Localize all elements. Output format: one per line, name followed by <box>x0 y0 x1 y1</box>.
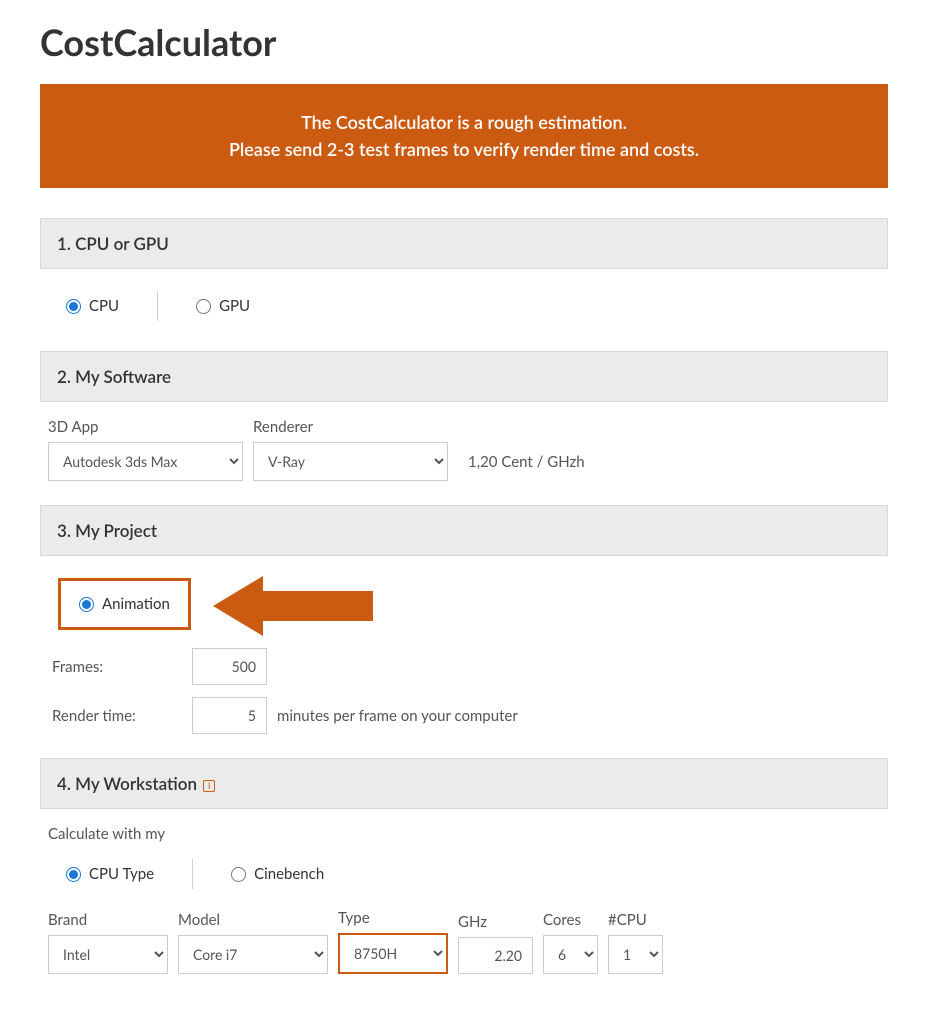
rendertime-label: Render time: <box>52 707 182 725</box>
cinebench-label[interactable]: Cinebench <box>254 865 324 883</box>
type-label: Type <box>338 909 448 927</box>
banner-line2: Please send 2-3 test frames to verify re… <box>60 136 868 163</box>
price-text: 1,20 Cent / GHzh <box>468 453 585 481</box>
animation-radio[interactable] <box>79 597 94 612</box>
calc-label: Calculate with my <box>48 825 880 843</box>
page-title: CostCalculator <box>40 20 888 64</box>
ghz-label: GHz <box>458 913 533 931</box>
brand-label: Brand <box>48 911 168 929</box>
cpu-type-label[interactable]: CPU Type <box>89 865 154 883</box>
divider <box>192 859 193 889</box>
info-banner: The CostCalculator is a rough estimation… <box>40 84 888 188</box>
cpu-count-label: #CPU <box>608 911 663 929</box>
cpu-count-select[interactable]: 1 <box>608 935 663 974</box>
cores-label: Cores <box>543 911 598 929</box>
app-select[interactable]: Autodesk 3ds Max <box>48 442 243 481</box>
divider <box>157 291 158 321</box>
section-project-header: 3. My Project <box>40 505 888 556</box>
cpu-type-radio[interactable] <box>66 867 81 882</box>
ghz-input[interactable] <box>458 937 533 974</box>
animation-label[interactable]: Animation <box>102 595 170 613</box>
info-icon[interactable]: i <box>203 780 215 792</box>
type-select[interactable]: 8750H <box>338 933 448 974</box>
rendertime-input[interactable] <box>192 697 267 734</box>
animation-option[interactable]: Animation <box>58 578 191 630</box>
brand-select[interactable]: Intel <box>48 935 168 974</box>
frames-input[interactable] <box>192 648 267 685</box>
renderer-select[interactable]: V-Ray <box>253 442 448 481</box>
model-select[interactable]: Core i7 <box>178 935 328 974</box>
pointer-arrow-icon <box>213 576 373 636</box>
model-label: Model <box>178 911 328 929</box>
banner-line1: The CostCalculator is a rough estimation… <box>60 109 868 136</box>
section-cpu-gpu-header: 1. CPU or GPU <box>40 218 888 269</box>
section-software-header: 2. My Software <box>40 351 888 402</box>
cinebench-radio[interactable] <box>231 867 246 882</box>
app-label: 3D App <box>48 418 243 436</box>
cpu-radio[interactable] <box>66 299 81 314</box>
section-workstation-header: 4. My Workstation i <box>40 758 888 809</box>
frames-label: Frames: <box>52 658 182 676</box>
renderer-label: Renderer <box>253 418 448 436</box>
gpu-label[interactable]: GPU <box>219 297 250 315</box>
cores-select[interactable]: 6 <box>543 935 598 974</box>
rendertime-suffix: minutes per frame on your computer <box>277 707 518 725</box>
cpu-label[interactable]: CPU <box>89 297 119 315</box>
gpu-radio[interactable] <box>196 299 211 314</box>
